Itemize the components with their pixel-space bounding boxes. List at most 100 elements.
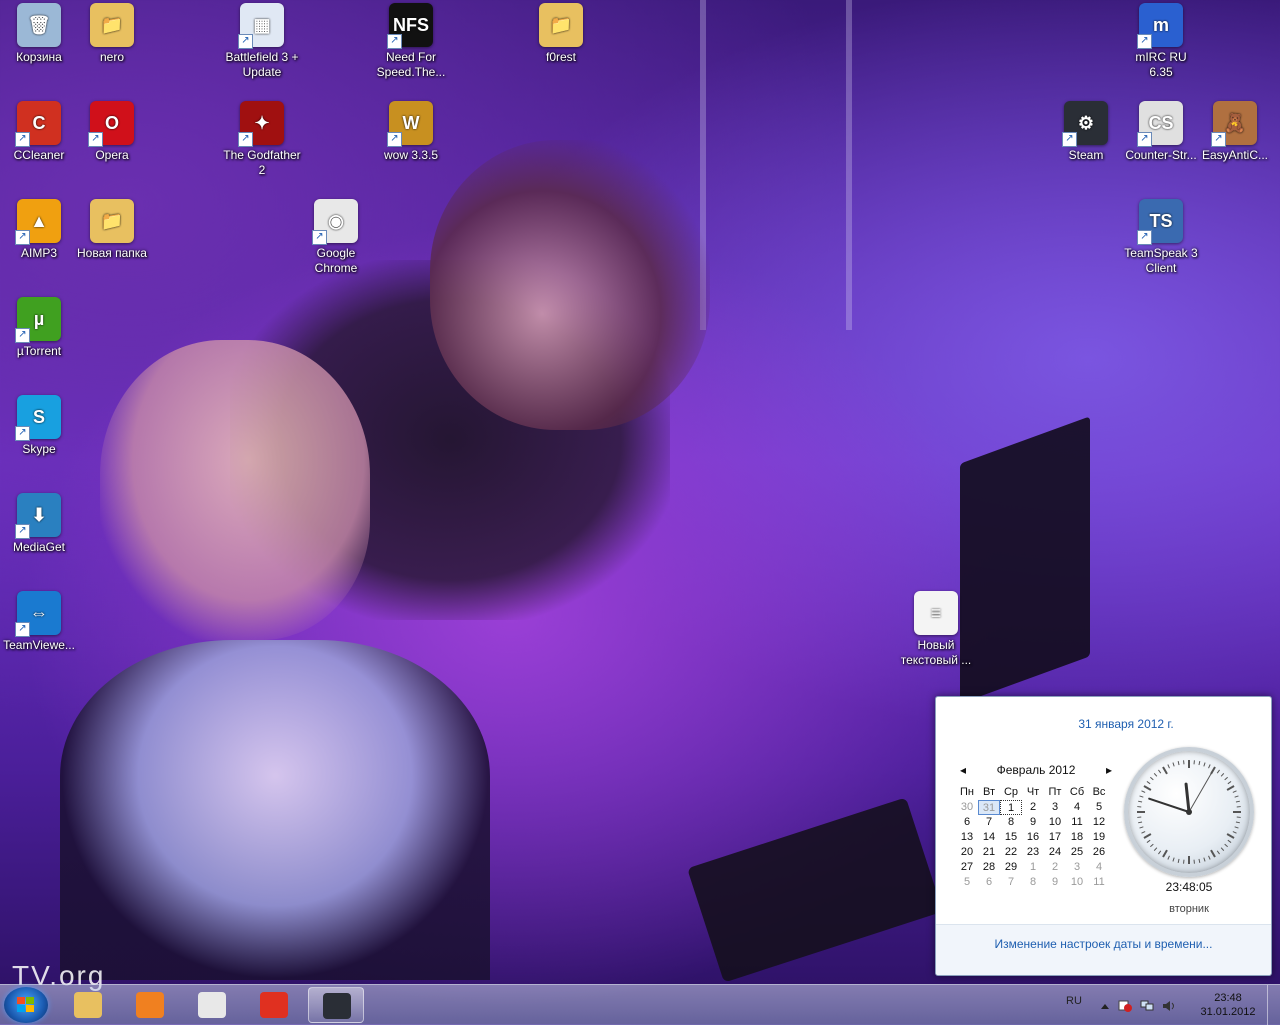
- icon-opera[interactable]: O↗Opera: [73, 101, 151, 163]
- calendar-day[interactable]: 13: [956, 830, 978, 845]
- calendar-day[interactable]: 11: [1088, 875, 1110, 890]
- icon-new-text-doc[interactable]: ≡Новый текстовый ...: [897, 591, 975, 668]
- icon-need-for-speed[interactable]: NFS↗Need For Speed.The...: [372, 3, 450, 80]
- calendar-day[interactable]: 24: [1044, 845, 1066, 860]
- tray-clock[interactable]: 23:48 31.01.2012: [1198, 991, 1258, 1019]
- calendar-day[interactable]: 1: [1022, 860, 1044, 875]
- taskbar-explorer[interactable]: [60, 987, 116, 1023]
- calendar-day[interactable]: 10: [1066, 875, 1088, 890]
- calendar-day[interactable]: 9: [1022, 815, 1044, 830]
- volume-icon[interactable]: [1162, 999, 1176, 1011]
- calendar-day[interactable]: 15: [1000, 830, 1022, 845]
- calendar-weekday: Чт: [1022, 785, 1044, 800]
- clock-tick: [1225, 844, 1228, 847]
- taskbar-steam[interactable]: [308, 987, 364, 1023]
- desktop-icon-label: AIMP3: [0, 246, 78, 261]
- calendar-day[interactable]: 21: [978, 845, 1000, 860]
- icon-ccleaner[interactable]: C↗CCleaner: [0, 101, 78, 163]
- desktop-icon-label: mIRC RU 6.35: [1122, 50, 1200, 80]
- icon-mediaget[interactable]: ⬇↗MediaGet: [0, 493, 78, 555]
- change-date-time-settings-link[interactable]: Изменение настроек даты и времени...: [936, 937, 1271, 951]
- calendar-day[interactable]: 27: [956, 860, 978, 875]
- calendar-day[interactable]: 20: [956, 845, 978, 860]
- icon-recycle-bin[interactable]: 🗑Корзина: [0, 3, 78, 65]
- calendar-day[interactable]: 5: [956, 875, 978, 890]
- calendar-day[interactable]: 3: [1044, 800, 1066, 815]
- calendar-date-header[interactable]: 31 января 2012 г.: [936, 717, 1280, 731]
- calendar-day[interactable]: 8: [1000, 815, 1022, 830]
- calendar-day[interactable]: 10: [1044, 815, 1066, 830]
- calendar-day[interactable]: 2: [1044, 860, 1066, 875]
- icon-f0rest[interactable]: 📁f0rest: [522, 3, 600, 65]
- icon-google-chrome[interactable]: ◉↗Google Chrome: [297, 199, 375, 276]
- action-center-warning-icon[interactable]: [1118, 999, 1132, 1011]
- icon-aimp3[interactable]: ▲↗AIMP3: [0, 199, 78, 261]
- calendar-day[interactable]: 4: [1066, 800, 1088, 815]
- calendar-week-row: 303112345: [956, 800, 1116, 815]
- taskbar-steelseries[interactable]: [184, 987, 240, 1023]
- calendar-day[interactable]: 8: [1022, 875, 1044, 890]
- icon-wow[interactable]: W↗wow 3.3.5: [372, 101, 450, 163]
- calendar-day[interactable]: 28: [978, 860, 1000, 875]
- clock-tick: [1147, 781, 1150, 783]
- shortcut-arrow-icon: ↗: [88, 132, 103, 147]
- shortcut-arrow-icon: ↗: [1137, 132, 1152, 147]
- calendar-day[interactable]: 12: [1088, 815, 1110, 830]
- icon-utorrent[interactable]: µ↗µTorrent: [0, 297, 78, 359]
- icon-battlefield3[interactable]: ▦↗Battlefield 3 + Update: [223, 3, 301, 80]
- calendar-day[interactable]: 4: [1088, 860, 1110, 875]
- calendar-day[interactable]: 26: [1088, 845, 1110, 860]
- chrome-icon: [260, 992, 288, 1018]
- calendar-day[interactable]: 2: [1022, 800, 1044, 815]
- calendar-weekday: Ср: [1000, 785, 1022, 800]
- calendar-day[interactable]: 1: [1000, 800, 1022, 815]
- calendar-day[interactable]: 5: [1088, 800, 1110, 815]
- calendar-day[interactable]: 19: [1088, 830, 1110, 845]
- clock-tick: [1178, 859, 1179, 863]
- icon-godfather2[interactable]: ✦↗The Godfather 2: [223, 101, 301, 178]
- calendar-day[interactable]: 7: [1000, 875, 1022, 890]
- calendar-day[interactable]: 17: [1044, 830, 1066, 845]
- chevron-right-icon[interactable]: ▸: [1102, 763, 1116, 777]
- calendar-day[interactable]: 18: [1066, 830, 1088, 845]
- clock-tick: [1163, 850, 1167, 857]
- icon-mirc[interactable]: m↗mIRC RU 6.35: [1122, 3, 1200, 80]
- taskbar-media-player[interactable]: [122, 987, 178, 1023]
- show-desktop-button[interactable]: [1267, 985, 1280, 1025]
- icon-teamviewer[interactable]: ⇔↗TeamViewe...: [0, 591, 78, 653]
- chevron-left-icon[interactable]: ◂: [956, 763, 970, 777]
- calendar-day[interactable]: 31: [978, 800, 1000, 815]
- calendar-day[interactable]: 6: [978, 875, 1000, 890]
- icon-teamspeak3[interactable]: TS↗TeamSpeak 3 Client: [1122, 199, 1200, 276]
- taskbar: RU 23:48 31.01.2012: [0, 984, 1280, 1025]
- calendar-month-title[interactable]: Февраль 2012: [997, 763, 1076, 777]
- language-indicator[interactable]: RU: [1066, 995, 1082, 1007]
- calendar-day[interactable]: 6: [956, 815, 978, 830]
- calendar-day[interactable]: 16: [1022, 830, 1044, 845]
- calendar-day[interactable]: 30: [956, 800, 978, 815]
- calendar-day[interactable]: 3: [1066, 860, 1088, 875]
- wallpaper-person-back: [230, 260, 670, 620]
- start-button[interactable]: [4, 987, 48, 1023]
- icon-steam-desktop[interactable]: ⚙↗Steam: [1047, 101, 1125, 163]
- icon-godfather2-icon: ✦↗: [240, 101, 284, 145]
- calendar-day[interactable]: 14: [978, 830, 1000, 845]
- calendar-day[interactable]: 11: [1066, 815, 1088, 830]
- network-icon[interactable]: [1140, 999, 1154, 1011]
- calendar-day[interactable]: 9: [1044, 875, 1066, 890]
- calendar-day[interactable]: 22: [1000, 845, 1022, 860]
- calendar-day[interactable]: 29: [1000, 860, 1022, 875]
- icon-new-folder[interactable]: 📁Новая папка: [73, 199, 151, 261]
- icon-nero[interactable]: 📁nero: [73, 3, 151, 65]
- calendar-day[interactable]: 7: [978, 815, 1000, 830]
- calendar-day[interactable]: 25: [1066, 845, 1088, 860]
- calendar-day[interactable]: 23: [1022, 845, 1044, 860]
- folder-icon: [74, 992, 102, 1018]
- icon-counter-strike[interactable]: CS↗Counter-Str...: [1122, 101, 1200, 163]
- calendar-week-row: 20212223242526: [956, 845, 1116, 860]
- icon-skype[interactable]: S↗Skype: [0, 395, 78, 457]
- icon-wow-icon: W↗: [389, 101, 433, 145]
- show-hidden-icons-icon[interactable]: [1098, 999, 1112, 1011]
- taskbar-chrome[interactable]: [246, 987, 302, 1023]
- icon-easyanticheat[interactable]: 🧸↗EasyAntiC...: [1196, 101, 1274, 163]
